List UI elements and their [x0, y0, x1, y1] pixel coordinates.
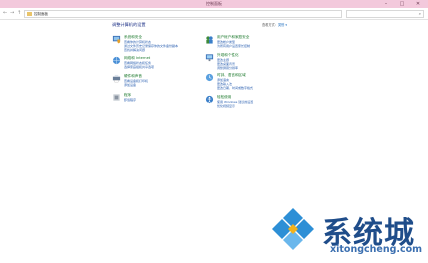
category-link[interactable]: 查找并解决问题 — [124, 48, 145, 52]
page-title: 调整计算机的设置 — [112, 22, 146, 27]
forward-arrow-icon[interactable]: → — [10, 9, 14, 17]
view-by-label: 查看方式： — [262, 23, 278, 27]
category-link[interactable]: 添加设备 — [124, 83, 136, 87]
category-link[interactable]: 优化视频显示 — [217, 104, 235, 108]
search-input[interactable]: ⌕ — [346, 10, 424, 18]
breadcrumb: 控制面板 — [34, 12, 48, 16]
window-title: 控制面板 — [206, 1, 222, 6]
address-bar: ← → ↑ 控制面板 ⌕ — [0, 8, 428, 20]
accessibility-icon — [205, 95, 214, 104]
category-link[interactable]: 更改日期、时间或数字格式 — [217, 86, 253, 90]
shield-icon — [112, 35, 121, 44]
title-bar: 控制面板 – □ ✕ — [0, 0, 428, 8]
close-button[interactable]: ✕ — [412, 0, 424, 8]
minimize-button[interactable]: – — [380, 0, 392, 8]
category-link[interactable]: 选择家庭组和共享选项 — [124, 65, 154, 69]
globe-icon — [112, 56, 121, 65]
programs-icon — [113, 94, 120, 101]
printer-icon — [112, 74, 121, 83]
view-by-dropdown[interactable]: 类别 ▾ — [278, 23, 287, 27]
monitor-icon — [205, 54, 214, 62]
maximize-button[interactable]: □ — [396, 0, 408, 8]
clock-globe-icon — [205, 73, 214, 82]
category-link[interactable]: 为所有用户设置家长控制 — [217, 44, 250, 48]
back-arrow-icon[interactable]: ← — [3, 9, 7, 17]
category-link[interactable]: 卸载程序 — [124, 98, 136, 102]
up-arrow-icon[interactable]: ↑ — [17, 9, 21, 17]
category-link[interactable]: 调整屏幕分辨率 — [217, 66, 238, 70]
view-by: 查看方式：类别 ▾ — [262, 22, 287, 27]
search-icon: ⌕ — [418, 11, 421, 16]
address-field[interactable]: 控制面板 — [24, 10, 342, 18]
users-icon — [206, 36, 213, 44]
watermark-url: xitongcheng.com — [330, 244, 423, 255]
folder-icon — [27, 12, 32, 16]
watermark-logo-icon — [272, 208, 314, 250]
